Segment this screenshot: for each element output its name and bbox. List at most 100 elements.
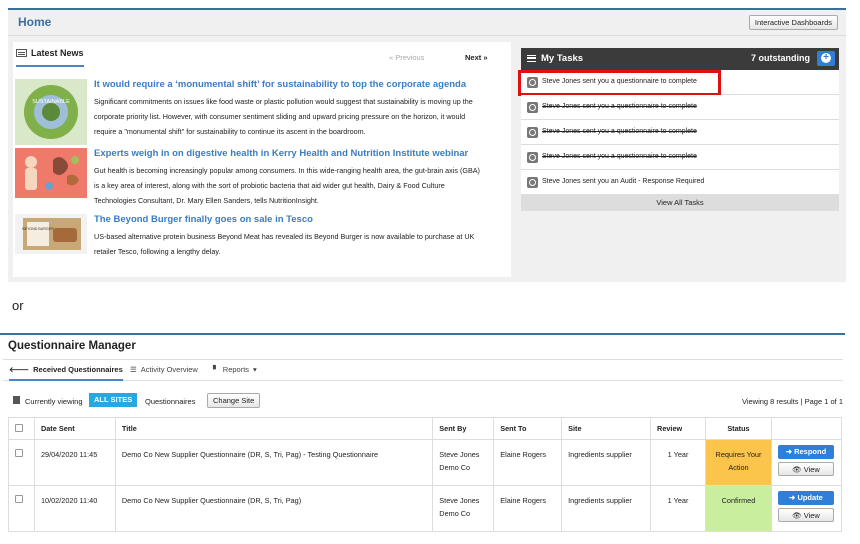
interactive-dashboards-button[interactable]: Interactive Dashboards xyxy=(748,15,838,30)
title-cell: Demo Co New Supplier Questionnaire (DR, … xyxy=(114,485,434,532)
select-all-cell[interactable] xyxy=(8,417,35,440)
news-item: BEYOND BURGER The Beyond Burger finally … xyxy=(15,214,509,264)
clock-icon xyxy=(527,102,538,113)
table-header-row: Date Sent Title Sent By Sent To Site Rev… xyxy=(8,417,843,440)
sent-by-company: Demo Co xyxy=(439,463,471,472)
sustainable-thumb-text: SUSTAINABLE xyxy=(32,99,70,105)
review-cell: 1 Year xyxy=(650,485,706,532)
tab-reports[interactable]: ▘ Reports ▾ xyxy=(213,365,257,374)
news-summary: Significant commitments on issues like f… xyxy=(94,97,473,136)
latest-news-card: Latest News « Previous Next » SUSTAINABL… xyxy=(13,42,511,277)
task-item[interactable]: Steve Jones sent you an Audit - Response… xyxy=(521,170,839,195)
date-sent-cell: 29/04/2020 11:45 xyxy=(33,439,116,486)
news-header: Latest News « Previous Next » xyxy=(13,42,511,67)
questionnaires-table: Date Sent Title Sent By Sent To Site Rev… xyxy=(8,417,843,532)
column-header-sent-by[interactable]: Sent By xyxy=(432,417,495,440)
news-summary: US-based alternative protein business Be… xyxy=(94,232,475,256)
update-label: Update xyxy=(797,493,823,502)
actions-cell: ➜ Respond 👁 View xyxy=(770,439,843,486)
view-all-tasks-button[interactable]: View All Tasks xyxy=(521,195,839,211)
task-item[interactable]: Steve Jones sent you a questionnaire to … xyxy=(521,120,839,145)
select-all-checkbox[interactable] xyxy=(15,423,23,432)
sent-by-cell: Steve Jones Demo Co xyxy=(432,439,495,486)
newspaper-icon xyxy=(16,49,27,57)
document-icon: ▘ xyxy=(213,365,219,374)
list-icon: ☰ xyxy=(130,365,137,374)
view-button[interactable]: 👁 View xyxy=(777,462,834,476)
my-tasks-title: My Tasks xyxy=(527,53,583,64)
task-item[interactable]: Steve Jones sent you a questionnaire to … xyxy=(521,145,839,170)
column-header-site[interactable]: Site xyxy=(561,417,652,440)
previous-link[interactable]: « Previous xyxy=(389,53,424,62)
currently-viewing-label: Currently viewing xyxy=(25,397,83,406)
my-tasks-panel: My Tasks 7 outstanding + Steve Jones sen… xyxy=(518,48,839,211)
latest-news-label: Latest News xyxy=(31,48,84,58)
task-text: Steve Jones sent you a questionnaire to … xyxy=(542,128,697,135)
site-cell: Ingredients supplier xyxy=(561,439,652,486)
news-summary: Gut health is becoming increasingly popu… xyxy=(94,166,480,205)
change-site-button[interactable]: Change Site xyxy=(207,393,261,408)
add-task-button[interactable]: + xyxy=(817,51,835,66)
news-title-link[interactable]: The Beyond Burger finally goes on sale i… xyxy=(94,214,313,225)
actions-cell: ➜ Update 👁 View xyxy=(770,485,843,532)
page-title: Questionnaire Manager xyxy=(8,340,136,352)
tab-activity-overview[interactable]: ☰ Activity Overview xyxy=(130,365,198,374)
news-title-link[interactable]: Experts weigh in on digestive health in … xyxy=(94,148,468,159)
column-header-title[interactable]: Title xyxy=(114,417,434,440)
task-item[interactable]: Steve Jones sent you a questionnaire to … xyxy=(518,70,839,96)
plus-icon: + xyxy=(821,53,831,63)
news-thumbnail-sustainability[interactable]: SUSTAINABLE xyxy=(15,79,87,145)
site-filter-bar: Currently viewing ALL SITES Questionnair… xyxy=(3,391,843,411)
clock-icon xyxy=(527,127,538,138)
view-button[interactable]: 👁 View xyxy=(777,508,834,522)
clock-icon xyxy=(527,152,538,163)
status-cell: Requires Your Action xyxy=(705,439,772,486)
building-icon xyxy=(13,396,20,404)
sent-by-name: Steve Jones xyxy=(439,450,480,459)
row-checkbox[interactable] xyxy=(15,449,23,457)
news-item: SUSTAINABLE It would require a ‘monument… xyxy=(15,79,509,145)
review-cell: 1 Year xyxy=(650,439,706,486)
update-button[interactable]: ➜ Update xyxy=(777,491,834,505)
row-checkbox[interactable] xyxy=(15,495,23,503)
task-item[interactable]: Steve Jones sent you a questionnaire to … xyxy=(521,95,839,120)
beyond-burger-thumb-text: BEYOND BURGER xyxy=(22,227,54,231)
home-panel: Home Interactive Dashboards Latest News … xyxy=(8,8,846,282)
eye-icon: 👁 xyxy=(792,511,802,520)
arrow-left-icon: 🡐 xyxy=(9,365,30,374)
column-header-status[interactable]: Status xyxy=(705,417,772,440)
title-cell: Demo Co New Supplier Questionnaire (DR, … xyxy=(114,439,434,486)
table-row: 10/02/2020 11:40 Demo Co New Supplier Qu… xyxy=(8,485,843,532)
column-header-date-sent[interactable]: Date Sent xyxy=(33,417,116,440)
highlight-box xyxy=(518,70,721,96)
news-item: Experts weigh in on digestive health in … xyxy=(15,148,509,210)
tab-label: Received Questionnaires xyxy=(33,365,123,374)
eye-icon: 👁 xyxy=(792,465,802,474)
latest-news-tab[interactable]: Latest News xyxy=(16,48,84,67)
sent-to-cell: Elaine Rogers xyxy=(493,439,563,486)
status-text: Requires Your xyxy=(715,450,762,459)
column-header-review[interactable]: Review xyxy=(650,417,706,440)
row-select-cell[interactable] xyxy=(8,439,35,486)
sent-to-cell: Elaine Rogers xyxy=(493,485,563,532)
task-text: Steve Jones sent you an Audit - Response… xyxy=(542,178,705,185)
separator-text: or xyxy=(12,298,24,313)
news-thumbnail-beyond-burger[interactable]: BEYOND BURGER xyxy=(15,214,87,254)
results-summary: Viewing 8 results | Page 1 of 1 xyxy=(741,397,843,406)
tab-label: Activity Overview xyxy=(140,365,198,374)
sent-by-cell: Steve Jones Demo Co xyxy=(432,485,495,532)
news-thumbnail-digestive-health[interactable] xyxy=(15,148,87,198)
news-title-link[interactable]: It would require a ‘monumental shift’ fo… xyxy=(94,79,466,90)
column-header-sent-to[interactable]: Sent To xyxy=(493,417,563,440)
respond-button[interactable]: ➜ Respond xyxy=(777,445,834,459)
row-select-cell[interactable] xyxy=(8,485,35,532)
sent-by-company: Demo Co xyxy=(439,509,471,518)
tab-received-questionnaires[interactable]: 🡐 Received Questionnaires xyxy=(9,365,123,381)
status-cell: Confirmed xyxy=(705,485,772,532)
view-label: View xyxy=(803,511,820,520)
tasks-outstanding-count: 7 outstanding xyxy=(751,53,810,63)
task-text: Steve Jones sent you a questionnaire to … xyxy=(542,153,697,160)
date-sent-cell: 10/02/2020 11:40 xyxy=(33,485,116,532)
home-header: Home Interactive Dashboards xyxy=(8,10,846,36)
next-link[interactable]: Next » xyxy=(465,53,488,62)
